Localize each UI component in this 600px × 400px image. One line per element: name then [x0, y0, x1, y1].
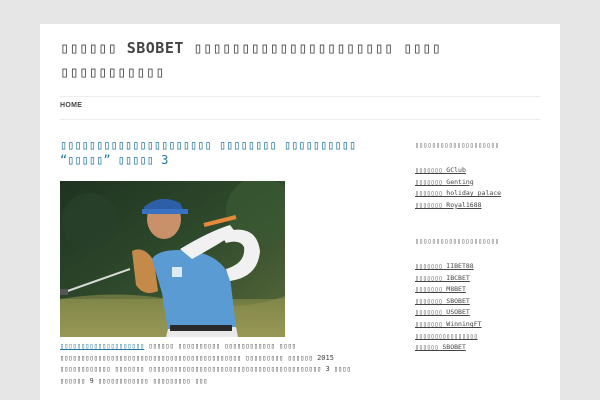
list-item: ▯▯▯▯▯▯▯▯▯▯▯▯▯▯▯▯	[415, 331, 555, 343]
widget-link[interactable]: ▯▯▯▯▯▯▯ IIBET88	[415, 262, 474, 270]
featured-image[interactable]	[60, 181, 285, 337]
list-item: ▯▯▯▯▯▯▯ holiday palace	[415, 188, 555, 200]
post-title[interactable]: ▯▯▯▯▯▯▯▯▯▯▯▯▯▯▯▯▯▯▯▯▯ ▯▯▯▯▯▯▯▯ ▯▯▯▯▯▯▯▯▯…	[60, 138, 370, 168]
widget-title: ▯▯▯▯▯▯▯▯▯▯▯▯▯▯▯▯▯▯▯▯	[415, 141, 500, 149]
widget-link[interactable]: ▯▯▯▯▯▯▯ GClub	[415, 166, 466, 174]
nav-home-link[interactable]: HOME	[60, 102, 82, 109]
main-navigation: HOME	[60, 96, 540, 120]
widget-link[interactable]: ▯▯▯▯▯▯▯ holiday palace	[415, 189, 501, 197]
list-item: ▯▯▯▯▯▯▯ Royal1688	[415, 200, 555, 212]
widget-title: ▯▯▯▯▯▯▯▯▯▯▯▯▯▯▯▯▯▯▯▯	[415, 237, 500, 245]
list-item: ▯▯▯▯▯▯▯ IBCBET	[415, 273, 555, 285]
widget-link[interactable]: ▯▯▯▯▯▯▯ IBCBET	[415, 274, 470, 282]
post-excerpt-link[interactable]: ▯▯▯▯▯▯▯▯▯▯▯▯▯▯▯▯▯▯▯▯	[60, 342, 144, 350]
widget-link[interactable]: ▯▯▯▯▯▯▯ M8BET	[415, 285, 466, 293]
widget-link[interactable]: ▯▯▯▯▯▯▯ USOBET	[415, 308, 470, 316]
list-item: ▯▯▯▯▯▯▯ Genting	[415, 177, 555, 189]
list-item: ▯▯▯▯▯▯ SBOBET	[415, 342, 555, 354]
widget-list: ▯▯▯▯▯▯▯ GClub ▯▯▯▯▯▯▯ Genting ▯▯▯▯▯▯▯ ho…	[415, 165, 555, 211]
list-item: ▯▯▯▯▯▯▯ M8BET	[415, 284, 555, 296]
list-item: ▯▯▯▯▯▯▯ IIBET88	[415, 261, 555, 273]
post-excerpt: ▯▯▯▯▯▯▯▯▯▯▯▯▯▯▯▯▯▯▯▯ ▯▯▯▯▯▯ ▯▯▯▯▯▯▯▯▯▯ ▯…	[60, 341, 380, 387]
list-item: ▯▯▯▯▯▯▯ GClub	[415, 165, 555, 177]
list-item: ▯▯▯▯▯▯▯ SBOBET	[415, 296, 555, 308]
list-item: ▯▯▯▯▯▯▯ WinningFT	[415, 319, 555, 331]
page-container: ▯▯▯▯▯▯ SBOBET ▯▯▯▯▯▯▯▯▯▯▯▯▯▯▯▯▯▯▯▯▯ ▯▯▯▯…	[40, 24, 560, 400]
widget-link[interactable]: ▯▯▯▯▯▯▯ Genting	[415, 178, 474, 186]
site-title[interactable]: ▯▯▯▯▯▯ SBOBET ▯▯▯▯▯▯▯▯▯▯▯▯▯▯▯▯▯▯▯▯▯ ▯▯▯▯…	[60, 36, 540, 84]
widget-sportsbook: ▯▯▯▯▯▯▯▯▯▯▯▯▯▯▯▯▯▯▯▯ ▯▯▯▯▯▯▯ IIBET88 ▯▯▯…	[415, 236, 555, 354]
list-item: ▯▯▯▯▯▯▯ USOBET	[415, 307, 555, 319]
widget-link[interactable]: ▯▯▯▯▯▯ SBOBET	[415, 343, 466, 351]
widget-link[interactable]: ▯▯▯▯▯▯▯▯▯▯▯▯▯▯▯▯	[415, 332, 478, 340]
widget-casino: ▯▯▯▯▯▯▯▯▯▯▯▯▯▯▯▯▯▯▯▯ ▯▯▯▯▯▯▯ GClub ▯▯▯▯▯…	[415, 140, 555, 211]
golfer-photo	[60, 181, 285, 337]
widget-link[interactable]: ▯▯▯▯▯▯▯ Royal1688	[415, 201, 482, 209]
widget-link[interactable]: ▯▯▯▯▯▯▯ SBOBET	[415, 297, 470, 305]
widget-list: ▯▯▯▯▯▯▯ IIBET88 ▯▯▯▯▯▯▯ IBCBET ▯▯▯▯▯▯▯ M…	[415, 261, 555, 354]
widget-link[interactable]: ▯▯▯▯▯▯▯ WinningFT	[415, 320, 482, 328]
